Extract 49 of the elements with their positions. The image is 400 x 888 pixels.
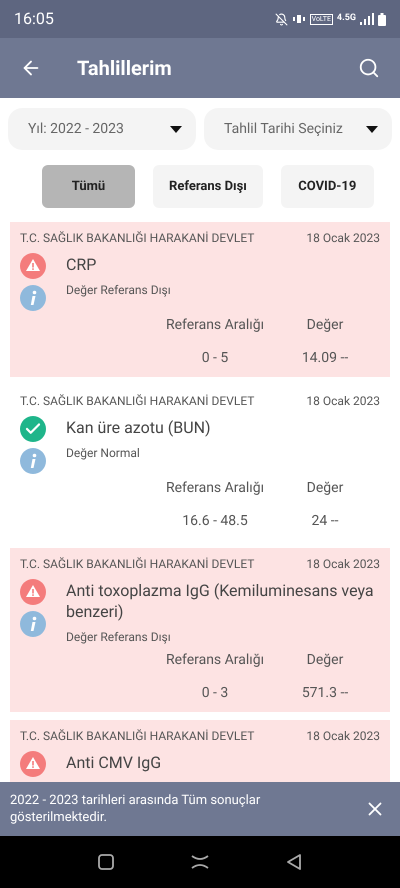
result-note: Değer Referans Dışı [66,282,172,299]
institution-name: T.C. SAĞLIK BAKANLIĞI HARAKANİ DEVLET [20,230,254,247]
column-heading: Değer [306,479,344,498]
column-heading: Referans Aralığı [164,651,266,670]
institution-name: T.C. SAĞLIK BAKANLIĞI HARAKANİ DEVLET [20,728,254,745]
dropdown[interactable]: Yıl: 2022 - 2023 [8,108,196,150]
back-triangle-icon[interactable] [286,854,302,870]
reference-range: 16.6 - 48.5 [181,512,249,531]
result-value: 571.3 -- [300,684,350,703]
search-icon[interactable] [358,57,380,79]
caret-icon [170,126,182,132]
column-heading: Referans Aralığı [164,316,266,335]
test-name: Anti toxoplazma IgG (Kemiluminesans veya benzeri) [66,580,375,622]
result-date: 18 Ocak 2023 [306,728,380,745]
page-title: Tahlillerim [77,55,173,82]
dropdown[interactable]: Tahlil Tarihi Seçiniz [204,108,392,150]
filter-tab[interactable]: Referans Dışı [153,165,263,208]
test-name: CRP [66,254,98,275]
test-name: Anti CMV IgG [66,752,162,773]
filter-tab[interactable]: COVID-19 [280,165,374,208]
result-card[interactable]: T.C. SAĞLIK BAKANLIĞI HARAKANİ DEVLET 18 Ocak 2023 Anti toxoplazma IgG (Kemiluminesans veya benzeri) Değer Referans Dışı Referans Aralığı Değer 0 - 3 571.3 -- [10,548,390,712]
mute-icon [274,12,288,26]
test-name: Kan üre azotu (BUN) [66,417,212,438]
snackbar-message: 2022 - 2023 tarihleri arasında Tüm sonuçlar gösterilmektedir. [10,792,262,826]
vibrate-icon [292,14,306,24]
result-value: 24 -- [310,512,340,531]
reference-range: 0 - 3 [200,684,230,703]
institution-name: T.C. SAĞLIK BAKANLIĞI HARAKANİ DEVLET [20,556,254,573]
result-card[interactable]: T.C. SAĞLIK BAKANLIĞI HARAKANİ DEVLET 18 Ocak 2023 Anti CMV IgG [10,720,390,782]
column-heading: Değer [306,651,344,670]
result-date: 18 Ocak 2023 [306,230,380,247]
result-value: 14.09 -- [300,349,350,368]
institution-name: T.C. SAĞLIK BAKANLIĞI HARAKANİ DEVLET [20,393,254,410]
chevrons-icon[interactable] [190,855,209,869]
result-date: 18 Ocak 2023 [306,556,380,573]
reference-range: 0 - 5 [200,349,230,368]
column-heading: Değer [306,316,344,335]
column-heading: Referans Aralığı [164,479,266,498]
result-note: Değer Referans Dışı [66,629,172,646]
caret-icon [366,126,378,132]
result-note: Değer Normal [66,445,141,462]
result-date: 18 Ocak 2023 [306,393,380,410]
clock: 16:05 [14,8,54,30]
filter-tab[interactable]: Tümü [42,165,135,208]
square-icon[interactable] [98,854,114,870]
result-card[interactable]: T.C. SAĞLIK BAKANLIĞI HARAKANİ DEVLET 18 Ocak 2023 CRP Değer Referans Dışı Referans Aralığı Değer 0 - 5 14.09 -- [10,222,390,377]
battery-icon [378,12,386,26]
signal-icon [360,13,374,25]
network-label: 4.5G [336,12,356,26]
